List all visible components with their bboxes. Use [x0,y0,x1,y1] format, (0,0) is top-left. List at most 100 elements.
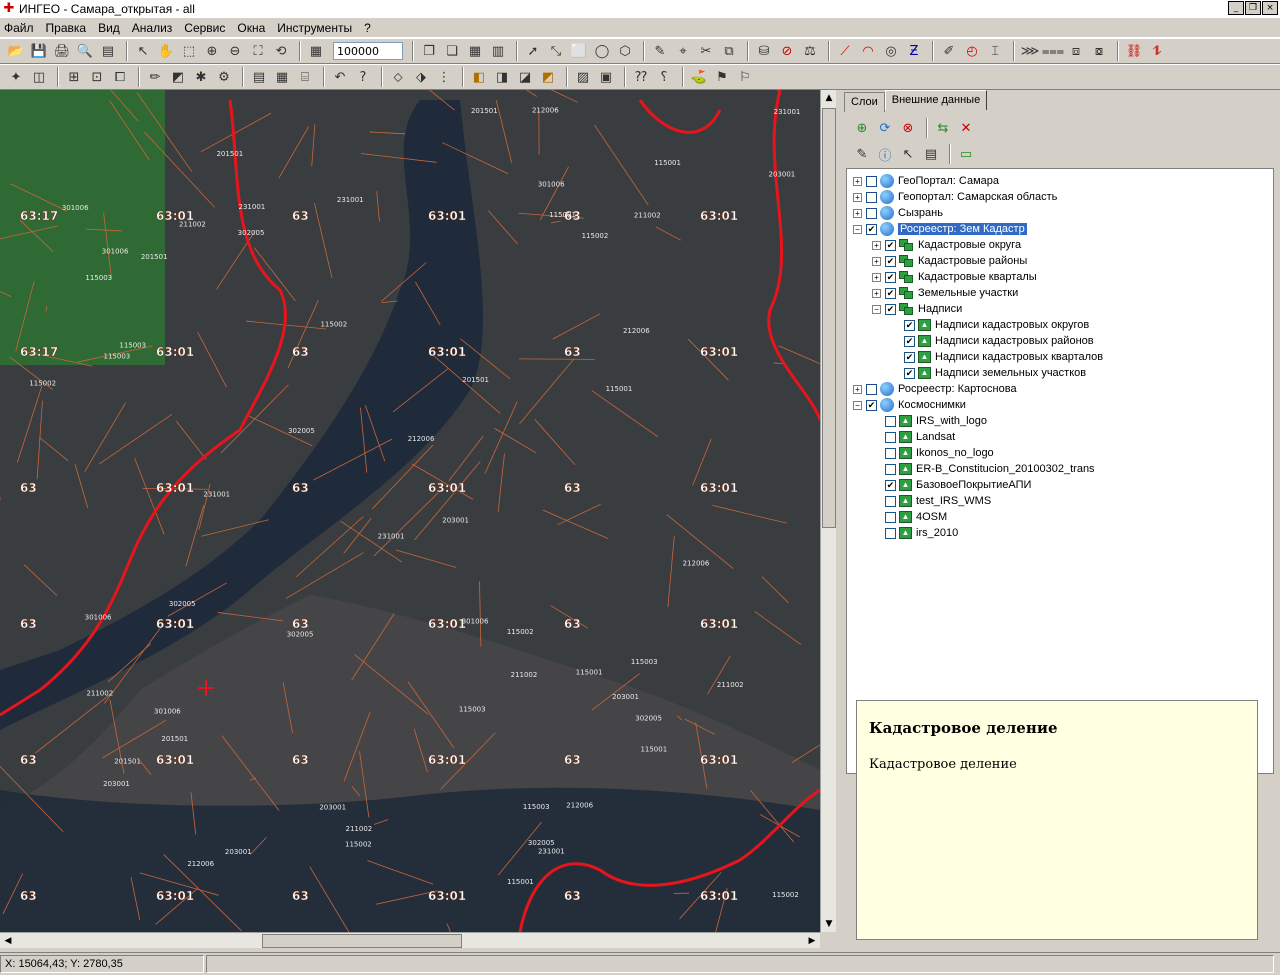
search-icon[interactable]: 🔍 [75,41,95,61]
tree-item[interactable]: ▲ Landsat [872,429,955,445]
tree-expander-icon[interactable]: + [853,208,862,218]
map-vertical-scrollbar[interactable]: ▲ ▼ [820,90,836,932]
tree-item[interactable]: − ✔ Космоснимки [853,397,966,413]
menu-view[interactable]: Вид [98,21,120,35]
overlay-icon[interactable]: ◧ [469,67,489,87]
semantic-icon[interactable]: ⚙ [214,67,234,87]
tree-item[interactable]: + ✔ Кадастровые округа [872,237,1021,253]
tree-expander-icon[interactable]: − [853,224,862,234]
vertex-icon[interactable]: ⬦ [388,67,408,87]
tree-checkbox[interactable] [885,447,896,459]
minimize-button[interactable]: _ [1228,1,1244,15]
snap-icon[interactable]: ⌶ [985,41,1005,61]
route-edit-icon[interactable]: ⚐ [735,67,755,87]
tree-item[interactable]: ▲ irs_2010 [872,525,958,541]
union-icon[interactable]: ◨ [492,67,512,87]
query-map-icon[interactable]: ⸮ [654,67,674,87]
tree-checkbox[interactable]: ✔ [866,399,877,411]
add-source-icon[interactable]: ⊕ [852,118,872,138]
tree-checkbox[interactable] [885,527,896,539]
horizontal-scroll-thumb[interactable] [262,934,462,948]
print-icon[interactable]: 🖨 [52,41,72,61]
map-horizontal-scrollbar[interactable]: ◀ ▶ [0,932,820,948]
edit-node-icon[interactable]: ⌖ [673,41,693,61]
scroll-left-arrow-icon[interactable]: ◀ [1,934,15,948]
connect-icon[interactable]: ⇆ [933,118,953,138]
frame-icon[interactable]: ▣ [596,67,616,87]
route-icon[interactable]: ⛳ [689,67,709,87]
tree-item[interactable]: ▲ ER-B_Constitucion_20100302_trans [872,461,1095,477]
tree-expander-icon[interactable]: − [872,304,881,314]
open-folder-icon[interactable]: 📂 [6,41,26,61]
tree-item[interactable]: ▲ test_IRS_WMS [872,493,991,509]
undo-icon[interactable]: ↶ [330,67,350,87]
topology-icon[interactable]: ⬗ [411,67,431,87]
save-icon[interactable]: 💾 [29,41,49,61]
tree-checkbox[interactable] [866,191,877,203]
snap-grid-icon[interactable]: ⋮ [434,67,454,87]
pointer-icon[interactable]: ↖ [133,41,153,61]
tree-item[interactable]: + ГеоПортал: Самара [853,173,999,189]
tree-checkbox[interactable] [885,463,896,475]
tree-checkbox[interactable] [885,415,896,427]
clock-icon[interactable]: ◴ [962,41,982,61]
route-add-icon[interactable]: ⚑ [712,67,732,87]
scroll-up-arrow-icon[interactable]: ▲ [822,91,836,105]
table-view-icon[interactable]: ▦ [272,67,292,87]
zoom-in-icon[interactable]: ⊕ [202,41,222,61]
tree-checkbox[interactable]: ✔ [885,287,896,299]
tree-checkbox[interactable]: ✔ [885,479,896,491]
tree-item[interactable]: ✔ ▲ Надписи кадастровых районов [891,333,1094,349]
measure-icon[interactable]: ⚖ [800,41,820,61]
tree-expander-icon[interactable]: + [853,192,862,202]
tree-checkbox[interactable]: ✔ [904,335,915,347]
tree-item[interactable]: ▲ Ikonos_no_logo [872,445,994,461]
tree-expander-icon[interactable]: − [853,400,862,410]
external-data-tree[interactable]: + ГеоПортал: Самара + Геопортал: Самарская … [846,168,1274,774]
close-button[interactable]: × [1262,1,1278,15]
hatch-icon[interactable]: ▨ [573,67,593,87]
vertical-scroll-thumb[interactable] [822,108,836,528]
tree-checkbox[interactable]: ✔ [885,271,896,283]
tree-item[interactable]: − ✔ Надписи [872,301,962,317]
select-circle-icon[interactable]: ◯ [592,41,612,61]
arc-tool-icon[interactable]: ◠ [858,41,878,61]
intersect-icon[interactable]: ◪ [515,67,535,87]
group-icon[interactable]: ⧈ [1066,41,1086,61]
tree-expander-icon[interactable]: + [872,272,881,282]
select-arrow-icon[interactable]: ➚ [523,41,543,61]
align-icon[interactable]: ⋙ [1020,41,1040,61]
tree-item[interactable]: + Росреестр: Картоснова [853,381,1017,397]
scale-icon[interactable]: ▦ [306,41,326,61]
map-view[interactable]: 63:17 63:01 63 63:01 63 63:01 63:17 63:01 63 63:0… [0,90,820,932]
circle-tool-icon[interactable]: ◎ [881,41,901,61]
cut-icon[interactable]: ✂ [696,41,716,61]
select-node-icon[interactable]: ⤡ [546,41,566,61]
difference-icon[interactable]: ◩ [538,67,558,87]
zoom-previous-icon[interactable]: ⟲ [271,41,291,61]
scale-input[interactable] [333,42,403,60]
label-tool-icon[interactable]: ✐ [939,41,959,61]
object-edit-icon[interactable]: ⊡ [87,67,107,87]
pan-hand-icon[interactable]: ✋ [156,41,176,61]
restore-button[interactable]: ❐ [1245,1,1261,15]
map-canvas[interactable]: 63:17 63:01 63 63:01 63 63:01 63:17 63:01 63 63:0… [0,90,820,932]
tree-expander-icon[interactable]: + [872,240,881,250]
line-tool-icon[interactable]: ⟋ [835,41,855,61]
menu-edit[interactable]: Правка [46,21,87,35]
layers-icon[interactable]: ▤ [98,41,118,61]
menu-windows[interactable]: Окна [237,21,265,35]
new-layer-icon[interactable]: ✦ [6,67,26,87]
tree-item[interactable]: + Геопортал: Самарская область [853,189,1057,205]
identify-icon[interactable]: ↖ [898,144,918,164]
zoom-extent-icon[interactable]: ⛶ [248,41,268,61]
copy-icon[interactable]: ❐ [419,41,439,61]
tree-checkbox[interactable] [866,207,877,219]
grid-icon[interactable]: ▦ [465,41,485,61]
merge-icon[interactable]: ⧉ [719,41,739,61]
zigzag-tool-icon[interactable]: Ƶ [904,41,924,61]
tree-item[interactable]: ▲ 4OSM [872,509,947,525]
symbol-icon[interactable]: ✱ [191,67,211,87]
zoom-out-icon[interactable]: ⊖ [225,41,245,61]
stop-icon[interactable]: ⊘ [777,41,797,61]
